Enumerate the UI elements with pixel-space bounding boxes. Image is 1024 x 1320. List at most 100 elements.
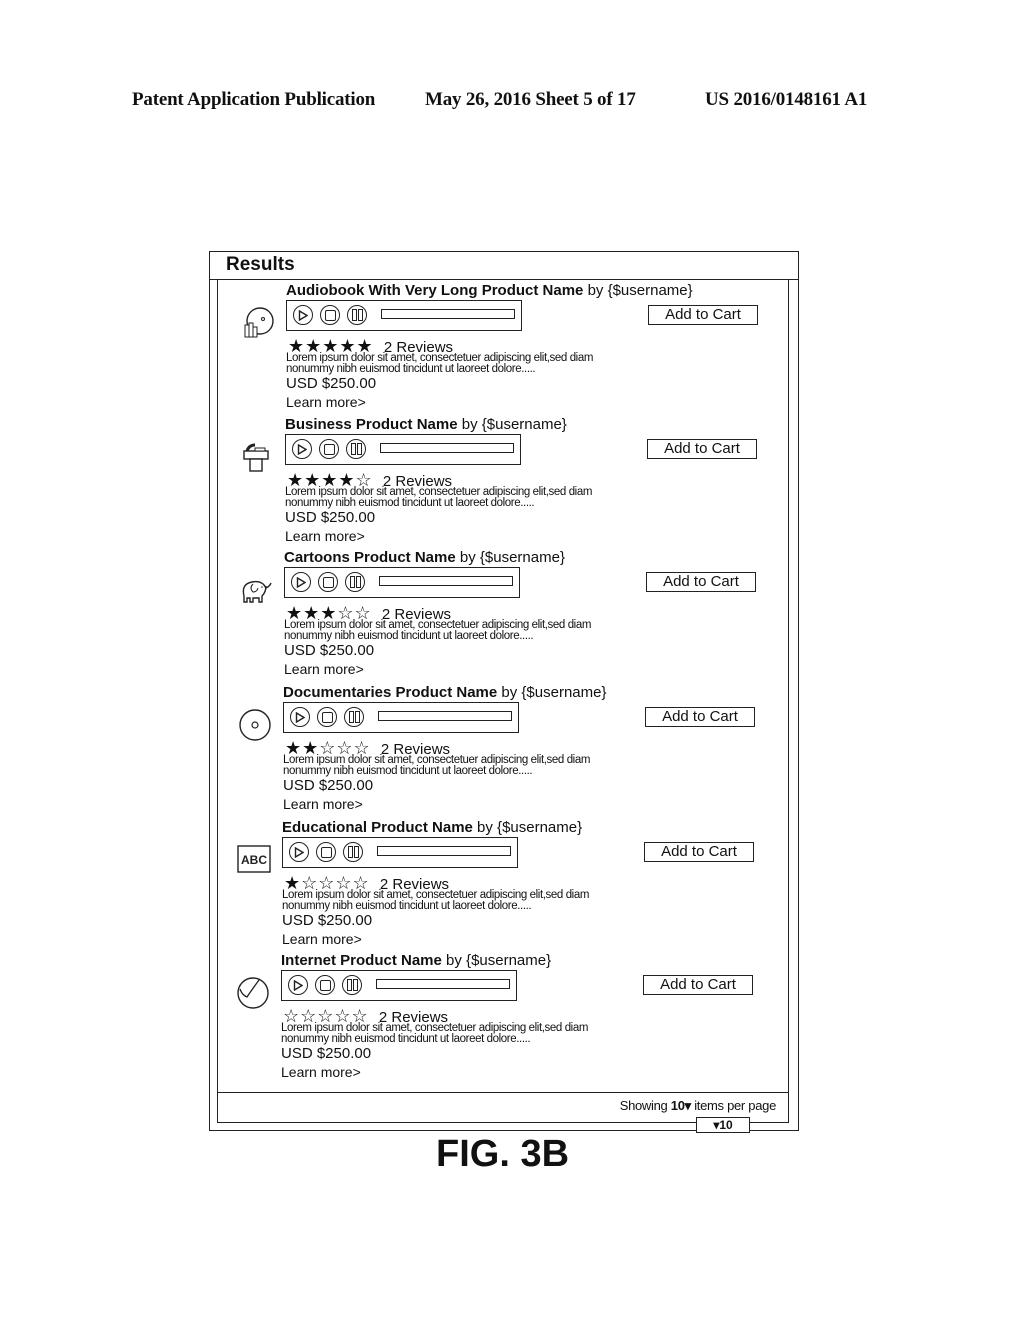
stop-icon bbox=[320, 846, 332, 858]
add-to-cart-button[interactable]: Add to Cart bbox=[647, 439, 757, 459]
stop-button[interactable] bbox=[319, 439, 339, 459]
product-author: by {$username} bbox=[446, 952, 552, 969]
showing-prefix: Showing bbox=[619, 1098, 668, 1113]
media-player bbox=[283, 702, 519, 733]
learn-more-link[interactable]: Learn more> bbox=[286, 394, 366, 410]
product-title: Cartoons Product Name by {$username} bbox=[284, 549, 565, 566]
play-icon bbox=[295, 711, 305, 723]
publication-number: US 2016/0148161 A1 bbox=[705, 89, 868, 110]
figure-label: FIG. 3B bbox=[436, 1133, 570, 1175]
product-name[interactable]: Documentaries Product Name bbox=[283, 684, 497, 701]
add-to-cart-button[interactable]: Add to Cart bbox=[648, 305, 758, 325]
pause-button[interactable] bbox=[344, 707, 364, 727]
product-description: Lorem ipsum dolor sit amet, consectetuer… bbox=[281, 1022, 589, 1045]
pause-button[interactable] bbox=[347, 305, 367, 325]
stop-button[interactable] bbox=[320, 305, 340, 325]
results-title-bar: Results bbox=[210, 252, 798, 280]
publication-date-sheet: May 26, 2016 Sheet 5 of 17 bbox=[425, 89, 636, 110]
product-price: USD $250.00 bbox=[285, 509, 376, 526]
per-page-select[interactable]: ▾10 bbox=[696, 1117, 750, 1133]
playback-progress-bar[interactable] bbox=[379, 576, 513, 586]
play-button[interactable] bbox=[289, 842, 309, 862]
playback-progress-bar[interactable] bbox=[380, 443, 514, 453]
stop-button[interactable] bbox=[316, 842, 336, 862]
play-button[interactable] bbox=[291, 572, 311, 592]
add-to-cart-button[interactable]: Add to Cart bbox=[644, 842, 754, 862]
product-item: Cartoons Product Name by {$username} Add… bbox=[216, 544, 786, 678]
play-icon bbox=[297, 443, 307, 455]
product-author: by {$username} bbox=[587, 282, 693, 299]
product-price: USD $250.00 bbox=[282, 912, 373, 929]
product-item: Business Product Name by {$username} Add… bbox=[217, 411, 787, 545]
product-price: USD $250.00 bbox=[286, 375, 377, 392]
pause-button[interactable] bbox=[342, 975, 362, 995]
pause-icon bbox=[347, 846, 359, 858]
play-icon bbox=[298, 309, 308, 321]
media-player bbox=[286, 300, 522, 331]
product-description: Lorem ipsum dolor sit amet, consectetuer… bbox=[283, 754, 591, 777]
pause-icon bbox=[349, 576, 361, 588]
product-name[interactable]: Cartoons Product Name bbox=[284, 549, 456, 566]
product-title: Audiobook With Very Long Product Name by… bbox=[286, 282, 693, 299]
product-name[interactable]: Audiobook With Very Long Product Name bbox=[286, 282, 583, 299]
product-item: ABC Educational Product Name by {$userna… bbox=[214, 814, 784, 948]
product-description: Lorem ipsum dolor sit amet, consectetuer… bbox=[286, 352, 594, 375]
learn-more-link[interactable]: Learn more> bbox=[282, 931, 362, 947]
product-title: Documentaries Product Name by {$username… bbox=[283, 684, 606, 701]
add-to-cart-button[interactable]: Add to Cart bbox=[645, 707, 755, 727]
elephant-icon bbox=[238, 572, 274, 608]
stop-button[interactable] bbox=[315, 975, 335, 995]
media-player bbox=[281, 970, 517, 1001]
disc-icon bbox=[237, 707, 273, 743]
play-icon bbox=[293, 979, 303, 991]
playback-progress-bar[interactable] bbox=[377, 846, 511, 856]
product-name[interactable]: Business Product Name bbox=[285, 416, 458, 433]
playback-progress-bar[interactable] bbox=[376, 979, 510, 989]
product-author: by {$username} bbox=[477, 819, 583, 836]
product-name[interactable]: Educational Product Name bbox=[282, 819, 473, 836]
product-price: USD $250.00 bbox=[284, 642, 375, 659]
svg-text:ABC: ABC bbox=[241, 853, 267, 867]
playback-progress-bar[interactable] bbox=[381, 309, 515, 319]
product-author: by {$username} bbox=[461, 416, 567, 433]
product-item: Audiobook With Very Long Product Name by… bbox=[218, 277, 788, 411]
learn-more-link[interactable]: Learn more> bbox=[285, 528, 365, 544]
product-description: Lorem ipsum dolor sit amet, consectetuer… bbox=[285, 486, 593, 509]
play-button[interactable] bbox=[292, 439, 312, 459]
pause-button[interactable] bbox=[343, 842, 363, 862]
stop-icon bbox=[322, 576, 334, 588]
product-author: by {$username} bbox=[459, 549, 565, 566]
showing-count-dropdown[interactable]: 10▾ bbox=[671, 1098, 691, 1113]
product-author: by {$username} bbox=[501, 684, 607, 701]
results-window: Results Audiobook With Very Long Product… bbox=[209, 251, 799, 1133]
abc-icon: ABC bbox=[236, 842, 272, 878]
playback-progress-bar[interactable] bbox=[378, 711, 512, 721]
stop-button[interactable] bbox=[317, 707, 337, 727]
media-player bbox=[282, 837, 518, 868]
items-per-page-label: Showing 10▾ items per page bbox=[619, 1098, 777, 1114]
pause-button[interactable] bbox=[346, 439, 366, 459]
learn-more-link[interactable]: Learn more> bbox=[283, 796, 363, 812]
media-player bbox=[284, 567, 520, 598]
add-to-cart-button[interactable]: Add to Cart bbox=[643, 975, 753, 995]
play-button[interactable] bbox=[288, 975, 308, 995]
add-to-cart-button[interactable]: Add to Cart bbox=[646, 572, 756, 592]
business-icon bbox=[239, 439, 275, 475]
stop-button[interactable] bbox=[318, 572, 338, 592]
product-price: USD $250.00 bbox=[281, 1045, 372, 1062]
play-button[interactable] bbox=[290, 707, 310, 727]
product-item: Internet Product Name by {$username} Add… bbox=[213, 947, 783, 1081]
learn-more-link[interactable]: Learn more> bbox=[281, 1064, 361, 1080]
product-name[interactable]: Internet Product Name bbox=[281, 952, 442, 969]
pause-button[interactable] bbox=[345, 572, 365, 592]
play-button[interactable] bbox=[293, 305, 313, 325]
learn-more-link[interactable]: Learn more> bbox=[284, 661, 364, 677]
product-item: Documentaries Product Name by {$username… bbox=[215, 679, 785, 813]
showing-suffix: items per page bbox=[694, 1098, 776, 1113]
stop-icon bbox=[319, 979, 331, 991]
play-icon bbox=[294, 846, 304, 858]
pause-icon bbox=[348, 711, 360, 723]
product-description: Lorem ipsum dolor sit amet, consectetuer… bbox=[284, 619, 592, 642]
media-player bbox=[285, 434, 521, 465]
stop-icon bbox=[321, 711, 333, 723]
